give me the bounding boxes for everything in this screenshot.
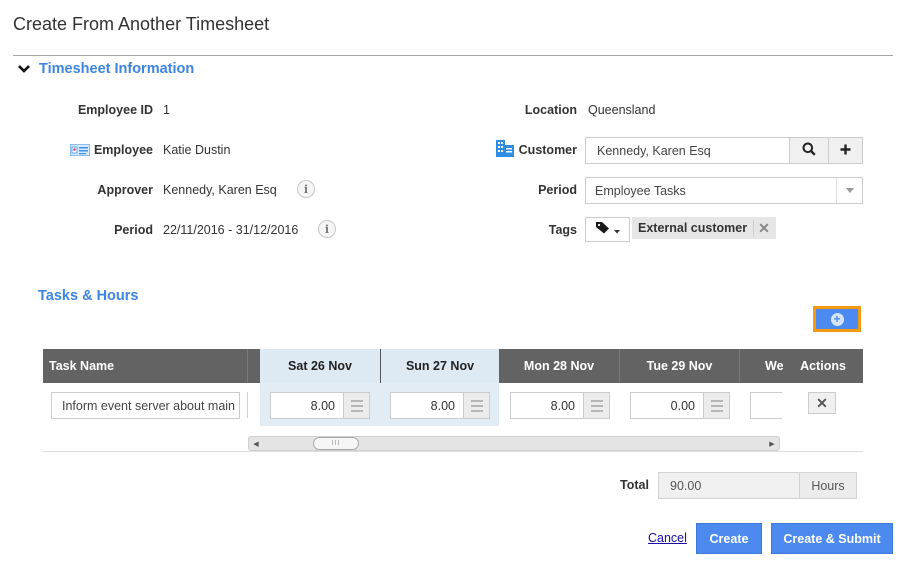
tags-label: Tags [548,223,577,237]
approver-value: Kennedy, Karen Esq [163,183,277,197]
scroll-right-icon[interactable]: ▶ [767,438,777,449]
hours-menu-button[interactable] [704,392,730,419]
period-select-label: Period [538,183,577,197]
hours-input[interactable]: 8.00 [270,392,344,419]
create-button[interactable]: Create [696,523,762,554]
hours-input[interactable] [750,392,782,419]
customer-search-button[interactable] [789,137,829,164]
plus-icon [840,142,851,159]
chevron-down-icon [17,62,31,76]
hours-input[interactable]: 0.00 [630,392,704,419]
title-divider [13,55,893,56]
menu-icon [590,399,603,402]
section-title: Timesheet Information [39,61,195,77]
scrollbar-thumb[interactable]: III [313,437,359,450]
table-divider [43,451,863,452]
column-header-day: Sun 27 Nov [380,349,499,383]
column-header-task-name: Task Name [43,349,247,383]
menu-icon [710,399,723,402]
location-label: Location [524,103,577,117]
customer-add-button[interactable] [828,137,863,164]
section-toggle-timesheet-information[interactable]: Timesheet Information [17,61,194,77]
create-and-submit-button[interactable]: Create & Submit [771,523,893,554]
approver-label: Approver [97,183,153,197]
building-icon [496,140,514,157]
table-horizontal-scrollbar[interactable]: ◀ III ▶ [248,436,780,451]
hours-menu-button[interactable] [584,392,610,419]
chevron-down-icon [836,178,862,203]
remove-tag-icon[interactable]: ✕ [753,219,770,237]
cancel-link[interactable]: Cancel [648,531,687,545]
period-label: Period [114,223,153,237]
column-header-day: Mon 28 Nov [499,349,619,383]
caret-down-icon [613,221,620,239]
location-value: Queensland [588,103,656,117]
column-header-spacer [247,349,260,383]
total-label: Total [620,478,649,492]
add-task-row-button[interactable]: + [813,306,861,332]
approver-info-icon[interactable]: i [297,180,315,198]
search-icon [802,142,816,160]
close-icon: ✕ [816,394,828,411]
employee-id-value: 1 [163,103,170,117]
menu-icon [470,399,483,402]
plus-circle-icon: + [830,312,844,326]
hours-menu-button[interactable] [344,392,370,419]
tag-dropdown-button[interactable] [585,217,630,242]
delete-row-button[interactable]: ✕ [808,392,836,414]
customer-label: Customer [518,143,577,157]
tag-icon [595,221,610,239]
period-value: 22/11/2016 - 31/12/2016 [163,223,299,237]
hours-menu-button[interactable] [464,392,490,419]
column-header-actions: Actions [783,349,863,383]
hours-input[interactable]: 8.00 [510,392,584,419]
column-header-day: Tue 29 Nov [619,349,739,383]
period-select[interactable]: Employee Tasks [585,177,863,204]
column-header-day: We [739,349,783,383]
total-value: 90.00 [658,472,800,499]
menu-icon [350,399,363,402]
period-select-value: Employee Tasks [595,183,686,198]
employee-label: Employee [93,143,153,157]
tag-label: External customer [638,221,748,235]
page-title: Create From Another Timesheet [13,14,270,34]
column-header-day: Sat 26 Nov [260,349,380,383]
tag-pill: External customer ✕ [632,217,776,239]
total-unit: Hours [799,472,857,499]
hours-input[interactable]: 8.00 [390,392,464,419]
customer-input[interactable]: Kennedy, Karen Esq [585,137,790,164]
employee-card-icon [69,143,91,157]
employee-value: Katie Dustin [163,143,231,157]
tasks-section-title: Tasks & Hours [38,288,139,304]
column-divider [247,392,248,418]
scroll-left-icon[interactable]: ◀ [251,438,261,449]
employee-id-label: Employee ID [77,103,153,117]
task-name-input[interactable]: Inform event server about main [51,392,240,419]
period-info-icon[interactable]: i [318,220,336,238]
